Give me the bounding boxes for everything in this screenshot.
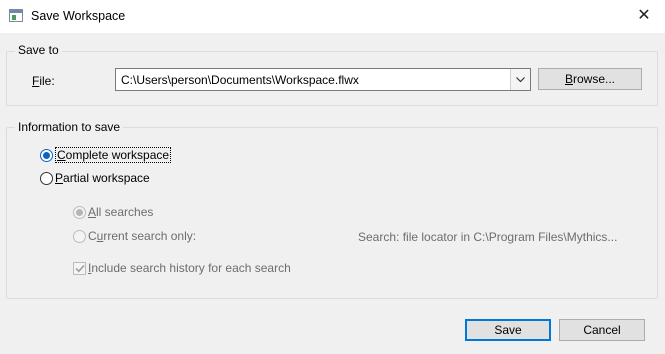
include-history-label-rest: nclude search history for each search (91, 261, 291, 275)
partial-workspace-option[interactable]: Partial workspace (40, 171, 150, 185)
close-icon: ✕ (637, 7, 651, 24)
save-button[interactable]: Save (465, 319, 551, 341)
browse-button[interactable]: Browse... (538, 68, 642, 90)
include-history-label: Include search history for each search (88, 261, 291, 275)
browse-mnemonic: B (564, 72, 573, 86)
complete-label-rest: omplete workspace (65, 148, 170, 162)
partial-workspace-radio[interactable] (40, 171, 53, 185)
all-searches-option[interactable]: All searches (73, 205, 153, 219)
include-history-option[interactable]: Include search history for each search (73, 261, 291, 275)
close-button[interactable]: ✕ (631, 4, 657, 28)
current-search-radio[interactable] (73, 229, 86, 243)
chevron-down-icon (516, 76, 525, 82)
partial-mnemonic: P (55, 171, 64, 185)
all-searches-radio[interactable] (73, 205, 86, 219)
information-to-save-label: Information to save (15, 120, 124, 134)
workspace-window-icon (9, 9, 23, 22)
complete-workspace-option[interactable]: Complete workspace (40, 147, 172, 163)
dropdown-button[interactable] (510, 69, 530, 90)
complete-workspace-label: Complete workspace (55, 147, 172, 163)
all-searches-label: All searches (88, 205, 153, 219)
current-search-option[interactable]: Current search only: (73, 229, 196, 243)
window-title: Save Workspace (31, 9, 126, 23)
complete-workspace-radio[interactable] (40, 148, 53, 162)
file-path-value: C:\Users\person\Documents\Workspace.flwx (121, 73, 359, 87)
file-label-rest: ile: (39, 74, 55, 88)
browse-label-rest: rowse... (573, 72, 616, 86)
include-history-checkbox[interactable] (73, 261, 86, 275)
all-searches-label-rest: ll searches (96, 205, 154, 219)
all-searches-mnemonic: A (88, 205, 97, 219)
current-search-label-rest: rrent search only: (103, 229, 197, 243)
title-bar: Save Workspace ✕ (0, 0, 665, 33)
file-path-combobox[interactable]: C:\Users\person\Documents\Workspace.flwx (115, 68, 531, 91)
save-to-label: Save to (15, 43, 62, 57)
checkmark-icon (74, 264, 85, 272)
current-search-detail: Search: file locator in C:\Program Files… (358, 230, 618, 244)
partial-label-rest: artial workspace (63, 171, 150, 185)
complete-mnemonic: C (57, 148, 66, 162)
partial-workspace-label: Partial workspace (55, 171, 150, 185)
cancel-button[interactable]: Cancel (559, 319, 645, 341)
current-search-pre: C (88, 229, 97, 243)
file-label: File: (32, 74, 55, 88)
current-search-label: Current search only: (88, 229, 196, 243)
